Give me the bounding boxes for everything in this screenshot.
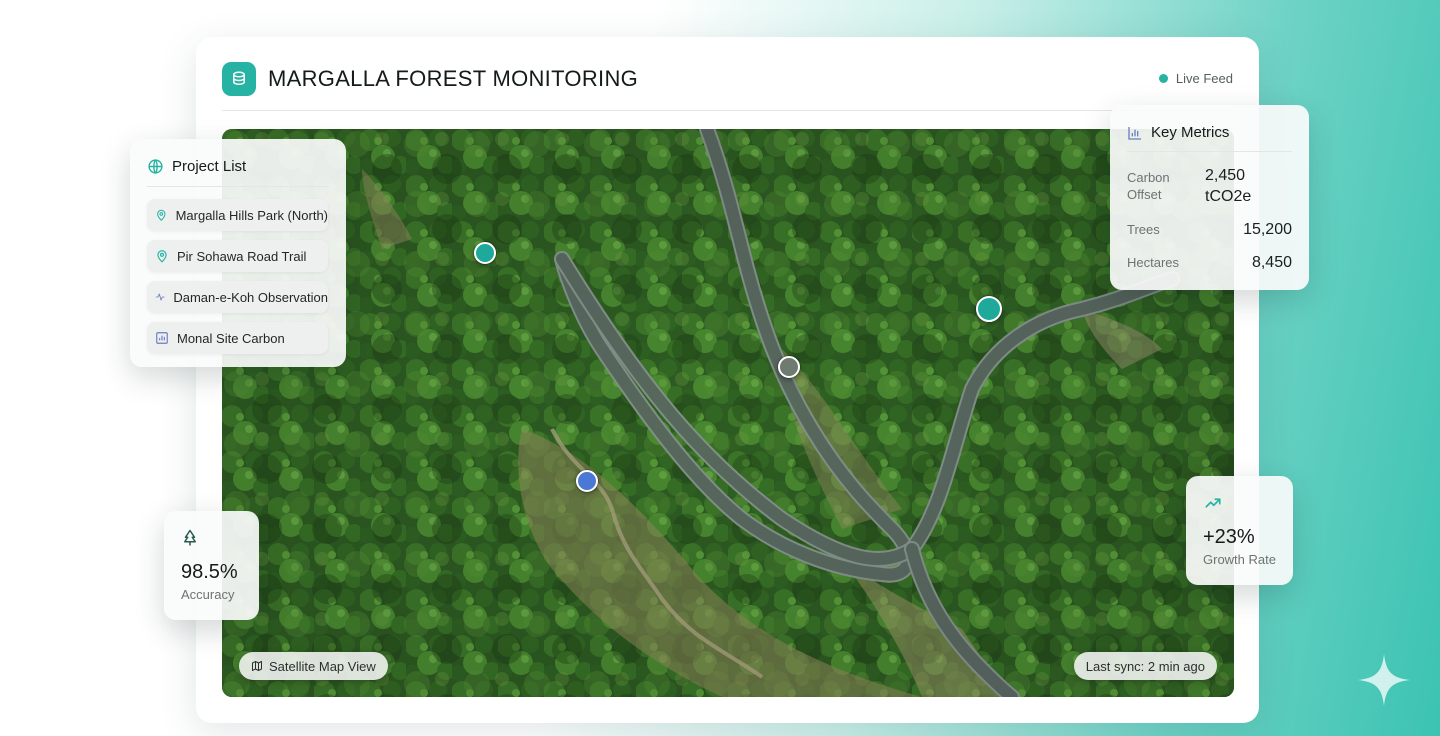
satellite-map[interactable]: Satellite Map View Last sync: 2 min ago (222, 129, 1234, 697)
last-sync-badge: Last sync: 2 min ago (1073, 652, 1217, 680)
metric-value-hectares: 8,450 (1251, 254, 1292, 271)
project-item-margalla-hills[interactable]: Margalla Hills Park (North) (147, 199, 328, 231)
project-list-header: Project List (147, 158, 246, 175)
page-title: MARGALLA FOREST MONITORING (268, 66, 639, 91)
layers-icon (233, 71, 245, 85)
accuracy-card: 98.5% Accuracy (164, 511, 259, 620)
last-sync-label: Last sync: 2 min ago (1085, 658, 1205, 674)
map-pin-gray[interactable] (778, 356, 800, 378)
divider (147, 186, 329, 187)
satellite-map-view-button[interactable]: Satellite Map View (239, 652, 388, 680)
tree-icon (184, 529, 196, 546)
sparkle-icon (1358, 654, 1410, 706)
bar-chart-icon (1128, 126, 1141, 140)
map-view-label: Satellite Map View (269, 658, 376, 674)
chart-square-icon (156, 332, 168, 344)
map-pin-teal[interactable] (474, 242, 496, 264)
project-item-label: Margalla Hills Park (North) (175, 207, 328, 223)
dashboard-card: MARGALLA FOREST MONITORING Live Feed Sat… (196, 37, 1259, 723)
forest-terrain-image (222, 129, 1234, 697)
growth-rate-card: +23% Growth Rate (1186, 476, 1293, 585)
header: MARGALLA FOREST MONITORING Live Feed (222, 61, 1233, 111)
map-pin-blue[interactable] (576, 470, 598, 492)
project-list-title: Project List (172, 158, 247, 175)
accuracy-value: 98.5% (181, 561, 238, 583)
metric-label-hectares: Hectares (1127, 255, 1180, 270)
globe-icon (148, 159, 163, 174)
growth-rate-label: Growth Rate (1203, 552, 1276, 567)
live-feed-label: Live Feed (1175, 71, 1233, 86)
map-pin-icon (157, 250, 167, 263)
metric-label-carbon-offset: Carbon Offset (1127, 170, 1170, 202)
project-list-panel: Project List Margalla Hills Park (North)… (130, 139, 346, 367)
live-status-dot (1158, 74, 1168, 83)
app-logo (222, 62, 256, 96)
growth-rate-value: +23% (1203, 526, 1255, 548)
key-metrics-panel: Key Metrics Carbon Offset 2,450 tCO2e Tr… (1110, 105, 1309, 290)
project-item-daman-e-koh[interactable]: Daman-e-Koh Observation (147, 281, 328, 313)
activity-icon (155, 293, 165, 301)
metric-label-trees: Trees (1127, 222, 1160, 237)
metric-value-trees: 15,200 (1243, 221, 1292, 238)
trending-up-icon (1205, 498, 1221, 508)
live-feed-indicator[interactable]: Live Feed (1158, 71, 1233, 86)
project-item-label: Pir Sohawa Road Trail (177, 248, 307, 264)
key-metrics-header: Key Metrics (1127, 124, 1229, 141)
map-pin-teal-large[interactable] (976, 296, 1002, 322)
metric-value-carbon-offset: 2,450 tCO2e (1205, 167, 1252, 205)
project-item-label: Daman-e-Koh Observation (173, 289, 328, 305)
map-pin-icon (157, 209, 166, 221)
accuracy-label: Accuracy (181, 587, 235, 602)
map-icon (252, 661, 262, 671)
project-item-pir-sohawa[interactable]: Pir Sohawa Road Trail (147, 240, 328, 272)
divider (1127, 151, 1292, 152)
project-item-monal-site[interactable]: Monal Site Carbon (147, 322, 328, 354)
key-metrics-title: Key Metrics (1151, 124, 1230, 141)
project-item-label: Monal Site Carbon (177, 330, 285, 346)
